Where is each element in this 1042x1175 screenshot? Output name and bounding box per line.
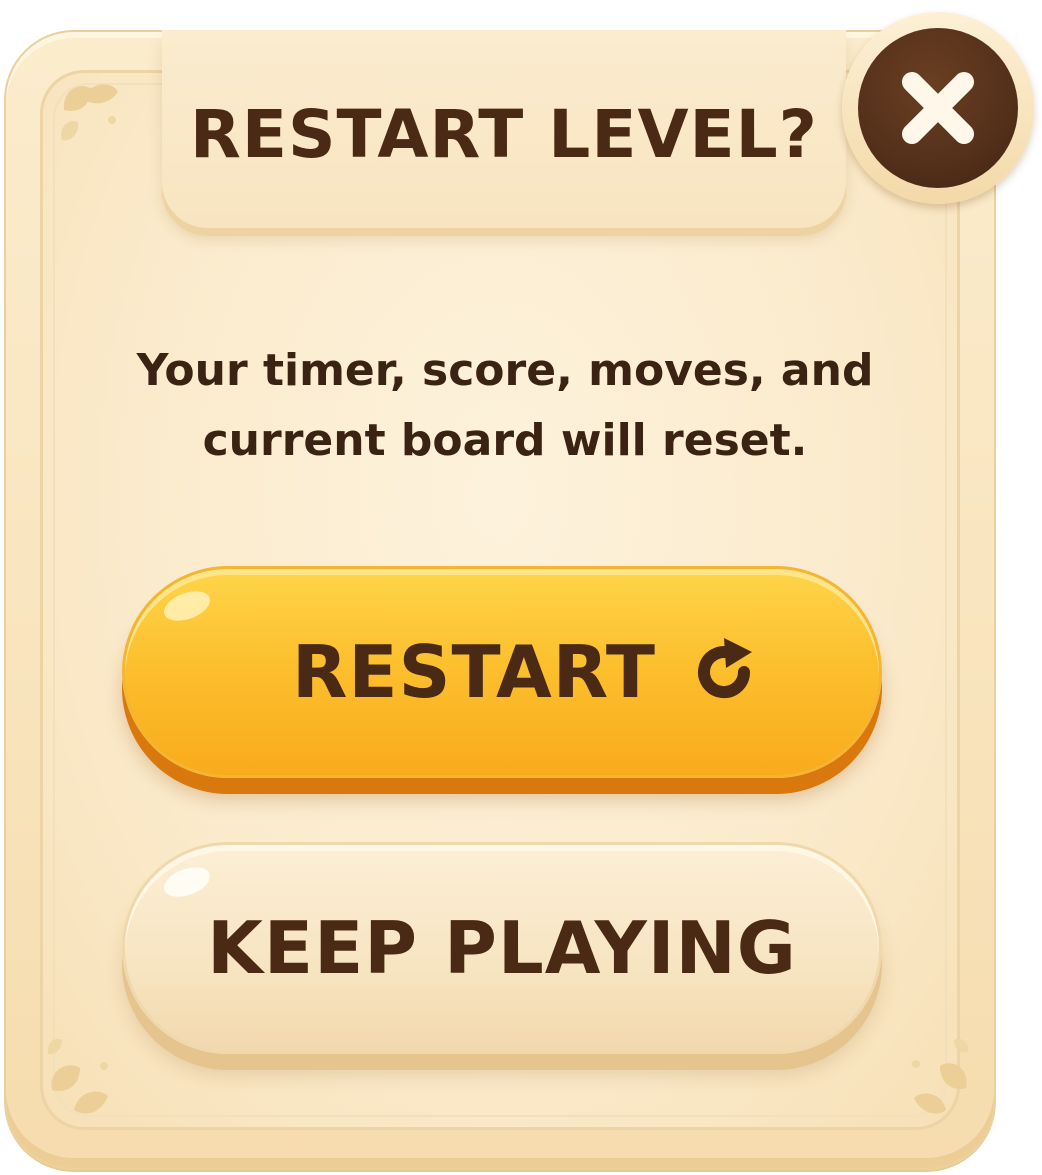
message-line-1: Your timer, score, moves, and — [136, 345, 874, 396]
restart-button-label: RESTART — [291, 630, 657, 714]
restart-button[interactable]: RESTART — [122, 566, 882, 778]
button-shine — [160, 585, 214, 627]
close-button[interactable] — [842, 12, 1034, 204]
close-button-core — [858, 28, 1018, 188]
dialog-message: Your timer, score, moves, and current bo… — [80, 336, 930, 476]
restart-arrow-icon — [698, 638, 753, 699]
keep-playing-button-label: KEEP PLAYING — [207, 906, 797, 990]
close-icon — [902, 72, 974, 144]
dialog-title: RESTART LEVEL? — [190, 95, 818, 173]
button-shine — [160, 861, 214, 903]
restart-level-dialog-screen: RESTART LEVEL? Your timer, score, moves,… — [0, 0, 1042, 1175]
message-line-2: current board will reset. — [202, 415, 808, 466]
keep-playing-button[interactable]: KEEP PLAYING — [122, 842, 882, 1054]
title-banner: RESTART LEVEL? — [162, 30, 846, 228]
